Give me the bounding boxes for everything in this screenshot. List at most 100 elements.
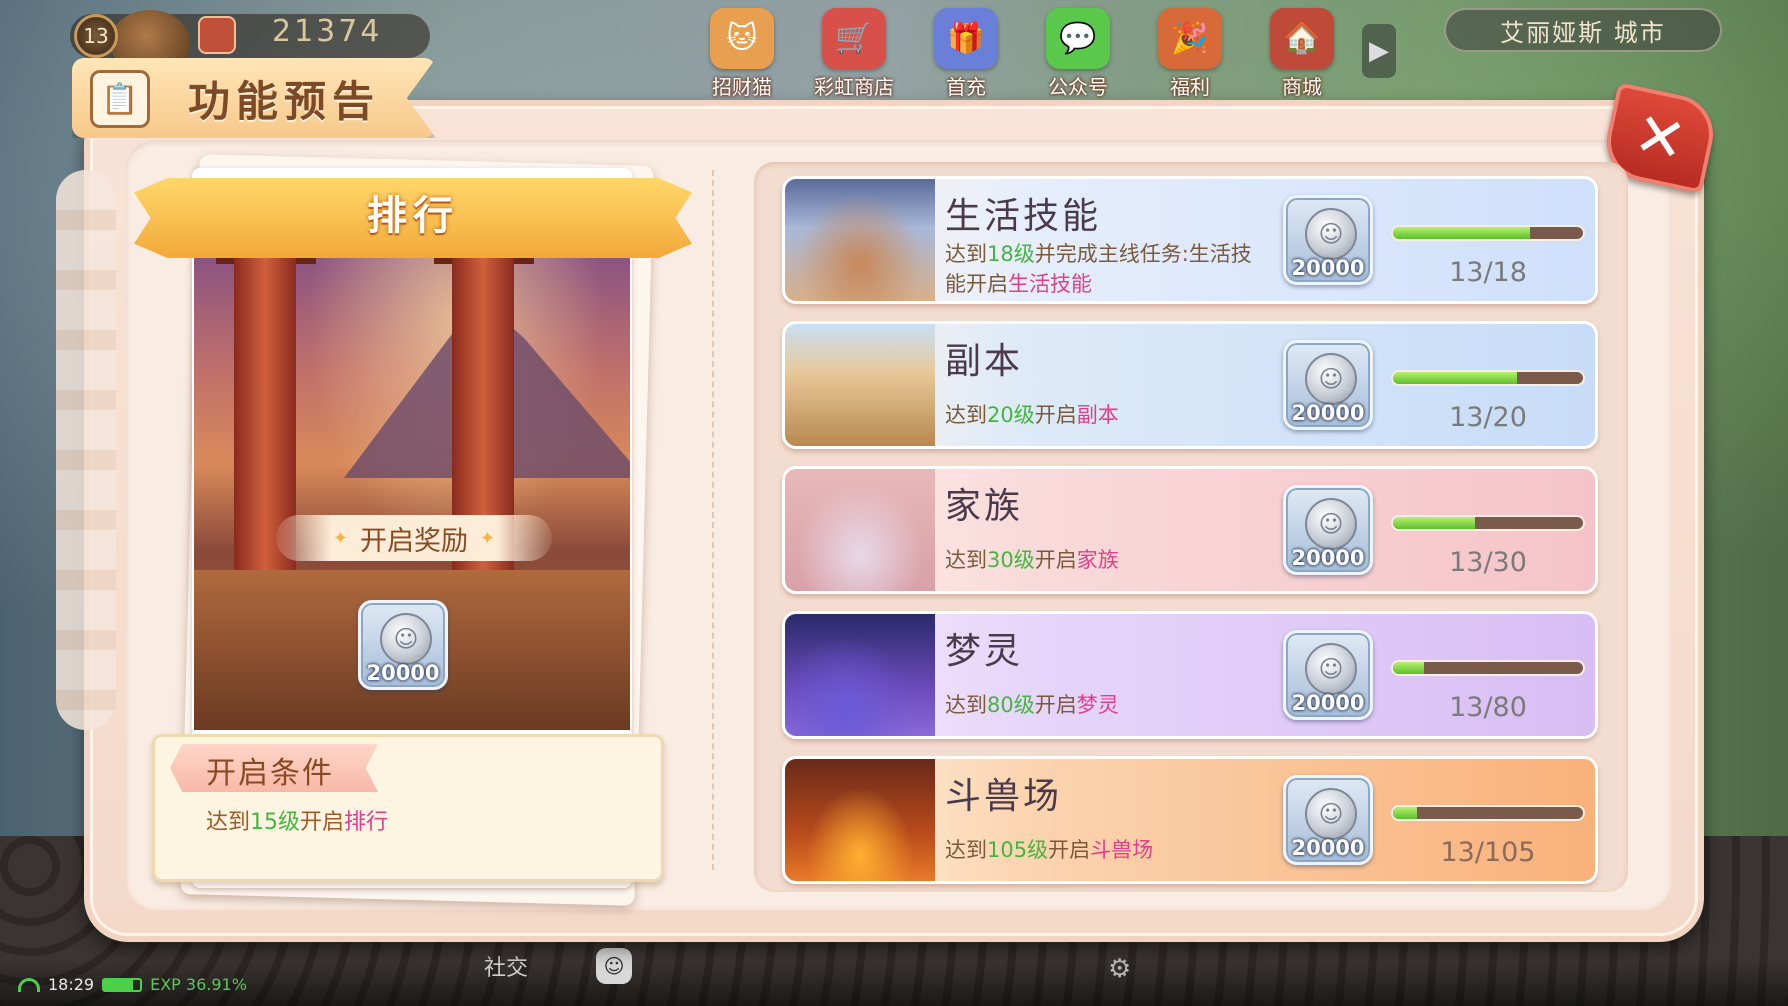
feature-condition: 达到105级开启斗兽场 (945, 835, 1285, 865)
social-tab[interactable]: 社交 (484, 950, 528, 982)
condition-prefix: 达到 (945, 838, 987, 862)
level-progress-bar (1391, 515, 1585, 531)
dream-spirit-thumbnail (785, 614, 935, 736)
menu-label: 福利 (1170, 75, 1210, 99)
settings-gear-icon[interactable]: ⚙ (1108, 954, 1131, 984)
menu-label: 招财猫 (712, 75, 772, 99)
menu-welfare[interactable]: 🎉 福利 (1148, 8, 1232, 100)
condition-middle: 开启 (1034, 548, 1077, 572)
reward-silver-coin[interactable]: ☺ 20000 (1283, 195, 1373, 285)
condition-feature: 副本 (1076, 403, 1119, 427)
arena-thumbnail (785, 759, 935, 881)
level-progress-text: 13/18 (1449, 257, 1527, 288)
featured-name: 排行 (367, 193, 459, 239)
chat-icon[interactable]: ☺ (596, 948, 632, 984)
condition-middle: 开启 (1034, 403, 1077, 427)
silver-coin-icon: ☺ (1305, 788, 1357, 840)
menu-wechat[interactable]: 💬 公众号 (1036, 8, 1120, 100)
clock-time: 18:29 (48, 975, 95, 994)
level-progress-text: 13/105 (1440, 837, 1536, 868)
condition-middle: 开启 (1034, 693, 1077, 717)
progress-fill (1393, 807, 1417, 819)
featured-reward-label: ✦ 开启奖励 ✦ (276, 515, 552, 561)
silver-coin-icon: ☺ (1305, 208, 1357, 260)
level-progress-bar (1391, 370, 1585, 386)
close-icon: ✕ (1628, 98, 1692, 178)
condition-middle: 开启 (300, 810, 345, 835)
wechat-icon: 💬 (1046, 8, 1110, 69)
feature-condition: 达到30级开启家族 (945, 545, 1285, 575)
rainbow-shop-icon: 🛒 (822, 8, 886, 69)
level-progress-text: 13/80 (1449, 692, 1527, 723)
condition-text: 达到15级开启排行 (206, 804, 388, 836)
feature-row-arena[interactable]: 斗兽场 达到105级开启斗兽场 ☺ 20000 13/105 (782, 756, 1598, 884)
silver-coin-icon: ☺ (1305, 643, 1357, 695)
condition-feature: 生活技能 (1008, 272, 1092, 296)
condition-level: 15级 (250, 810, 301, 835)
condition-prefix: 达到 (206, 810, 251, 835)
menu-lucky-cat[interactable]: 🐱 招财猫 (700, 8, 784, 100)
condition-level: 105级 (987, 838, 1049, 862)
reward-amount: 20000 (366, 661, 440, 685)
feature-row-life-skill[interactable]: 生活技能 达到18级并完成主线任务:生活技能开启生活技能 ☺ 20000 13/… (782, 176, 1598, 304)
feature-name: 梦灵 (945, 631, 1024, 672)
device-status: 18:29 EXP 36.91% (18, 975, 247, 994)
condition-prefix: 达到 (945, 242, 987, 266)
condition-title: 开启条件 (206, 756, 334, 791)
progress-fill (1393, 517, 1476, 529)
silver-coin-icon: ☺ (1305, 353, 1357, 405)
progress-fill (1393, 227, 1531, 239)
bottom-status-bar (0, 960, 1788, 1006)
reward-amount: 20000 (1291, 256, 1365, 280)
silver-coin-icon: ☺ (1305, 498, 1357, 550)
condition-feature: 梦灵 (1076, 693, 1119, 717)
feature-condition: 达到80级开启梦灵 (945, 690, 1285, 720)
feature-condition: 达到18级并完成主线任务:生活技能开启生活技能 (945, 239, 1265, 299)
silver-coin-icon: ☺ (380, 613, 432, 665)
reward-amount: 20000 (1291, 691, 1365, 715)
wifi-icon (18, 977, 40, 992)
sparkle-icon: ✦ (480, 527, 496, 549)
location-label[interactable]: 艾丽娅斯 城市 (1444, 8, 1722, 52)
menu-first-recharge[interactable]: 🎁 首充 (924, 8, 1008, 100)
progress-fill (1393, 372, 1517, 384)
condition-prefix: 达到 (945, 693, 987, 717)
featured-reward-silver-coin[interactable]: ☺ 20000 (358, 600, 448, 690)
feature-name: 斗兽场 (945, 776, 1063, 817)
level-progress-text: 13/30 (1449, 547, 1527, 578)
condition-feature: 排行 (344, 810, 389, 835)
player-level-badge: 13 (74, 14, 118, 58)
first-recharge-icon: 🎁 (934, 8, 998, 69)
level-progress-text: 13/20 (1449, 402, 1527, 433)
family-thumbnail (785, 469, 935, 591)
notice-board-icon: 📋 (90, 70, 150, 128)
condition-feature: 家族 (1076, 548, 1119, 572)
reward-silver-coin[interactable]: ☺ 20000 (1283, 485, 1373, 575)
menu-mall[interactable]: 🏠 商城 (1260, 8, 1344, 100)
reward-silver-coin[interactable]: ☺ 20000 (1283, 775, 1373, 865)
top-menu: 🐱 招财猫 🛒 彩虹商店 🎁 首充 💬 公众号 🎉 福利 🏠 商城 (700, 8, 1344, 100)
menu-expand-arrow-icon[interactable]: ▶ (1362, 24, 1396, 78)
welfare-gift-icon: 🎉 (1158, 8, 1222, 69)
currency-icon (198, 16, 236, 54)
lucky-cat-icon: 🐱 (710, 8, 774, 69)
condition-level: 30级 (987, 548, 1035, 572)
feature-row-dungeon[interactable]: 副本 达到20级开启副本 ☺ 20000 13/20 (782, 321, 1598, 449)
feature-row-family[interactable]: 家族 达到30级开启家族 ☺ 20000 13/30 (782, 466, 1598, 594)
feature-row-dream-spirit[interactable]: 梦灵 达到80级开启梦灵 ☺ 20000 13/80 (782, 611, 1598, 739)
currency-value: 21374 (272, 14, 383, 49)
reward-silver-coin[interactable]: ☺ 20000 (1283, 630, 1373, 720)
life-skill-thumbnail (785, 179, 935, 301)
reward-silver-coin[interactable]: ☺ 20000 (1283, 340, 1373, 430)
feature-name: 副本 (945, 341, 1024, 382)
notebook-spiral (56, 170, 116, 730)
dialog-title: 功能预告 (188, 77, 381, 126)
reward-amount: 20000 (1291, 401, 1365, 425)
feature-name: 生活技能 (945, 196, 1102, 237)
condition-level: 20级 (987, 403, 1035, 427)
mall-house-icon: 🏠 (1270, 8, 1334, 69)
condition-prefix: 达到 (945, 548, 987, 572)
feature-name: 家族 (945, 486, 1024, 527)
menu-rainbow-shop[interactable]: 🛒 彩虹商店 (812, 8, 896, 100)
level-progress-bar (1391, 805, 1585, 821)
